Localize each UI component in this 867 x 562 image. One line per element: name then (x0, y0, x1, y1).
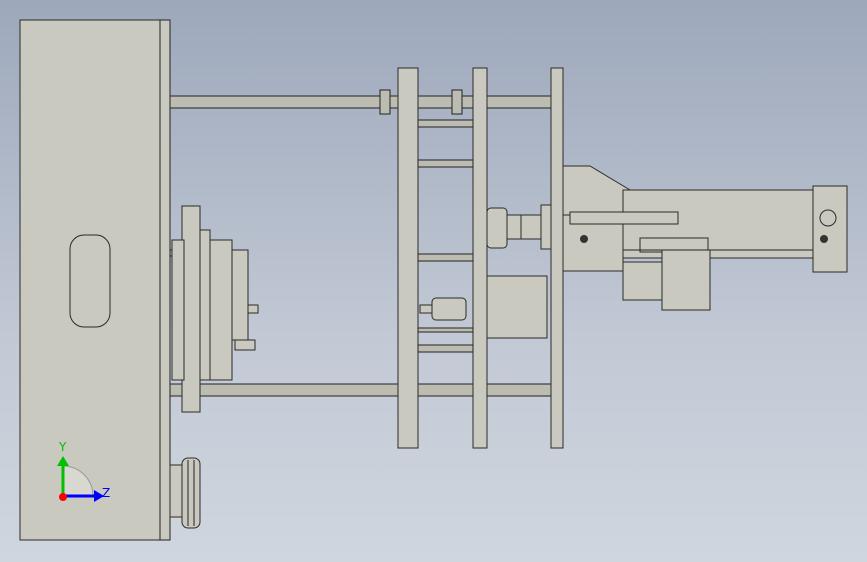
ejector-bushing (431, 297, 467, 321)
mold-core (209, 239, 233, 381)
rod-collar-1 (379, 89, 391, 115)
left-mold-plate (181, 205, 201, 413)
upper-tie-rod (169, 95, 556, 109)
end-cap-hole (819, 209, 837, 227)
plate-3 (550, 67, 564, 449)
handwheel-hub (169, 464, 183, 518)
z-axis-label: Z (102, 486, 111, 500)
mold-boss (231, 249, 249, 341)
mold-nozzle (234, 339, 256, 351)
cylinder-bracket (562, 165, 631, 216)
assembly-drawing (19, 19, 848, 541)
sensor-body (622, 261, 664, 301)
left-mold-assembly (171, 205, 259, 413)
end-cap-bolt (820, 235, 828, 243)
nut-1 (506, 214, 522, 240)
plate-1 (397, 67, 419, 449)
cylinder-end-cap (812, 185, 848, 273)
lock-washer (540, 204, 552, 250)
mold-pin (247, 304, 259, 314)
y-axis-label: Y (59, 440, 67, 454)
front-block-bolt (580, 235, 588, 243)
base-slot (69, 234, 111, 328)
handwheel-rim (181, 457, 201, 529)
lower-tie-rod (169, 383, 556, 397)
nut-2 (520, 214, 542, 240)
mold-insert (199, 229, 211, 381)
rod-collar-2 (451, 89, 463, 115)
cad-viewport[interactable]: Y Z (0, 0, 867, 562)
cylinder-assembly (562, 165, 848, 311)
handwheel (169, 457, 201, 529)
ejector-block (486, 275, 548, 339)
triad-origin (59, 493, 67, 501)
connector-sleeve (486, 207, 508, 249)
plate-2 (472, 67, 488, 449)
sensor-housing (661, 249, 711, 311)
piston-rod (569, 211, 679, 225)
mold-spacer (171, 239, 185, 381)
ejector-pin (419, 304, 433, 314)
